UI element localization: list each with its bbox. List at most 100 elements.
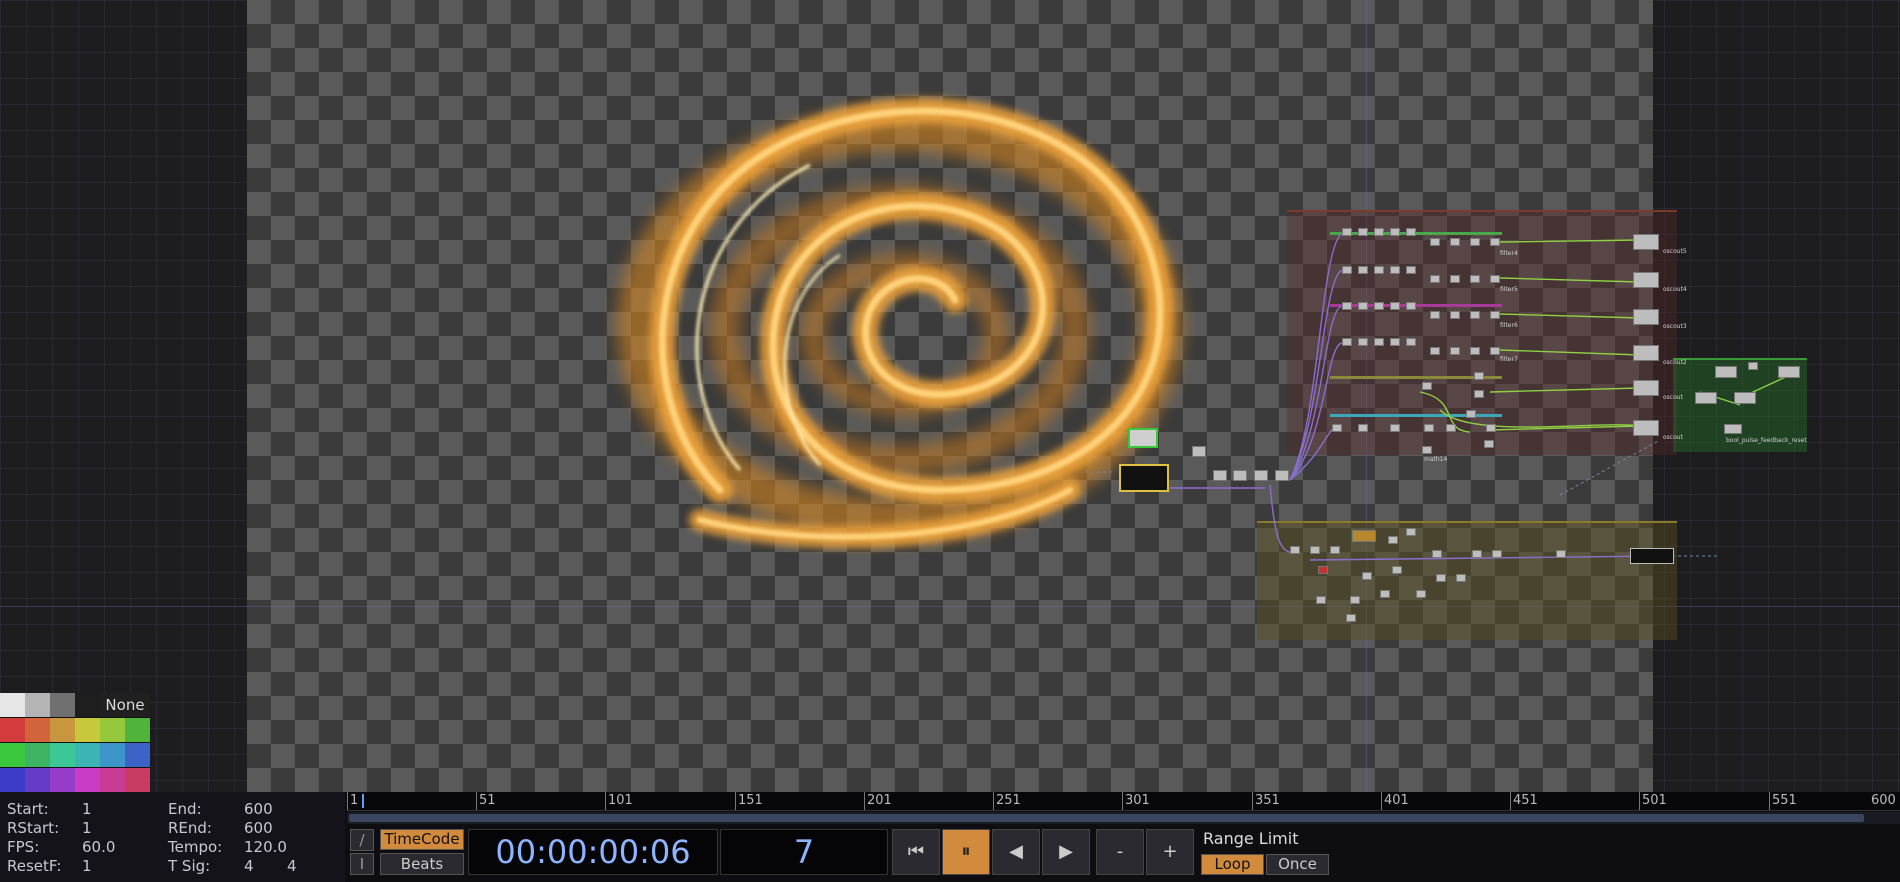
palette-swatch[interactable] <box>100 768 125 792</box>
osc-node[interactable] <box>1390 338 1400 346</box>
osc-node[interactable] <box>1490 347 1500 355</box>
feedback-node[interactable] <box>1715 366 1737 378</box>
feedback-node[interactable] <box>1695 392 1717 404</box>
transform-node[interactable] <box>1362 572 1372 580</box>
transform-node[interactable] <box>1310 546 1320 554</box>
math-node[interactable] <box>1486 424 1496 432</box>
rewind-button[interactable]: ⏮ <box>892 829 940 875</box>
osc-node[interactable] <box>1490 238 1500 246</box>
start-value[interactable]: 1 <box>82 800 92 818</box>
palette-swatch[interactable] <box>100 718 125 742</box>
transform-node[interactable] <box>1318 566 1328 574</box>
transform-node[interactable] <box>1472 550 1482 558</box>
palette-swatch[interactable] <box>75 693 100 717</box>
timeline-playhead[interactable] <box>362 794 364 808</box>
oscout-node-5[interactable] <box>1633 234 1659 250</box>
node-chain-4[interactable] <box>1254 470 1268 481</box>
oscout-node-4[interactable] <box>1633 272 1659 288</box>
palette-swatch[interactable] <box>50 693 75 717</box>
palette-swatch[interactable] <box>25 693 50 717</box>
oscout-node-3[interactable] <box>1633 309 1659 325</box>
transform-node[interactable] <box>1406 528 1416 536</box>
network-editor[interactable]: oscout5 oscout4 oscout3 oscout2 oscout o… <box>0 0 1900 792</box>
osc-node[interactable] <box>1342 338 1352 346</box>
increase-button[interactable]: + <box>1146 829 1194 875</box>
palette-swatch[interactable] <box>50 743 75 767</box>
transform-node[interactable] <box>1352 530 1376 542</box>
osc-node[interactable] <box>1406 266 1416 274</box>
transform-node[interactable] <box>1316 596 1326 604</box>
osc-node[interactable] <box>1358 266 1368 274</box>
osc-node[interactable] <box>1358 338 1368 346</box>
step-forward-button[interactable]: ▶ <box>1042 829 1090 875</box>
math-node[interactable] <box>1446 424 1456 432</box>
osc-node[interactable] <box>1450 347 1460 355</box>
frame-display[interactable]: 7 <box>720 829 888 875</box>
osc-node[interactable] <box>1342 228 1352 236</box>
transform-node[interactable] <box>1436 574 1446 582</box>
timeline-ruler[interactable]: 1 51 101 151 201 251 301 351 401 451 501… <box>347 792 1900 811</box>
palette-none-button[interactable]: None <box>100 693 150 717</box>
timeline-view-toggle[interactable]: I <box>350 853 374 875</box>
transform-node[interactable] <box>1432 550 1442 558</box>
node-chain-3[interactable] <box>1233 470 1247 481</box>
loop-button[interactable]: Loop <box>1201 854 1264 875</box>
fps-value[interactable]: 60.0 <box>82 838 115 856</box>
palette-swatch[interactable] <box>0 768 25 792</box>
osc-node[interactable] <box>1374 228 1384 236</box>
out-node[interactable] <box>1630 548 1674 564</box>
osc-node[interactable] <box>1374 302 1384 310</box>
beats-mode-button[interactable]: Beats <box>380 853 464 875</box>
once-button[interactable]: Once <box>1266 854 1329 875</box>
feedback-node[interactable] <box>1748 362 1758 370</box>
transform-node[interactable] <box>1392 566 1402 574</box>
tempo-value[interactable]: 120.0 <box>244 838 287 856</box>
feedback-node[interactable] <box>1734 392 1756 404</box>
palette-swatch[interactable] <box>25 718 50 742</box>
osc-node[interactable] <box>1430 347 1440 355</box>
palette-swatch[interactable] <box>75 743 100 767</box>
osc-node[interactable] <box>1390 266 1400 274</box>
osc-node[interactable] <box>1430 238 1440 246</box>
transform-node[interactable] <box>1456 574 1466 582</box>
node-render-top[interactable] <box>1128 428 1158 448</box>
math-node[interactable] <box>1422 446 1432 454</box>
osc-node[interactable] <box>1374 338 1384 346</box>
math-node[interactable] <box>1424 424 1434 432</box>
timeline-range-track[interactable] <box>347 812 1900 824</box>
feedback-node[interactable] <box>1724 424 1742 434</box>
palette-swatch[interactable] <box>75 718 100 742</box>
node-chain-5[interactable] <box>1275 470 1289 481</box>
osc-node[interactable] <box>1470 238 1480 246</box>
osc-node[interactable] <box>1450 275 1460 283</box>
osc-node[interactable] <box>1358 228 1368 236</box>
transform-node[interactable] <box>1492 550 1502 558</box>
decrease-button[interactable]: - <box>1096 829 1144 875</box>
rend-value[interactable]: 600 <box>244 819 273 837</box>
osc-node[interactable] <box>1490 311 1500 319</box>
transform-node[interactable] <box>1556 550 1566 558</box>
palette-swatch[interactable] <box>25 768 50 792</box>
osc-node[interactable] <box>1390 302 1400 310</box>
resetf-value[interactable]: 1 <box>82 857 92 875</box>
transform-node[interactable] <box>1388 536 1398 544</box>
osc-node[interactable] <box>1490 275 1500 283</box>
transform-node[interactable] <box>1290 546 1300 554</box>
osc-node[interactable] <box>1358 302 1368 310</box>
math-node[interactable] <box>1474 372 1484 380</box>
palette-swatch[interactable] <box>50 768 75 792</box>
osc-node[interactable] <box>1406 228 1416 236</box>
osc-node[interactable] <box>1342 302 1352 310</box>
palette-swatch[interactable] <box>25 743 50 767</box>
transform-node[interactable] <box>1330 546 1340 554</box>
palette-swatch[interactable] <box>125 768 150 792</box>
tsig-denominator[interactable]: 4 <box>287 857 297 875</box>
osc-node[interactable] <box>1390 228 1400 236</box>
palette-swatch[interactable] <box>100 743 125 767</box>
feedback-node[interactable] <box>1778 366 1800 378</box>
osc-node[interactable] <box>1430 311 1440 319</box>
oscout-node-0[interactable] <box>1633 420 1659 436</box>
osc-node[interactable] <box>1406 302 1416 310</box>
palette-swatch[interactable] <box>50 718 75 742</box>
timeline-range-bar[interactable] <box>349 814 1864 822</box>
